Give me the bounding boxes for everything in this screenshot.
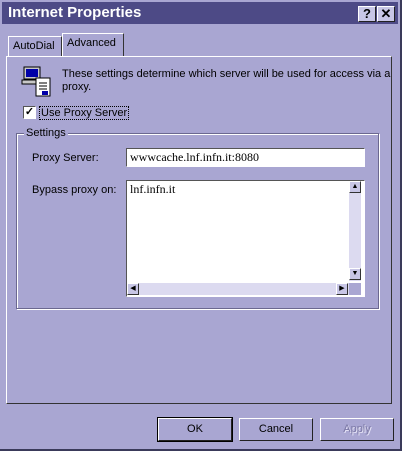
vertical-scrollbar[interactable] (349, 181, 361, 281)
proxy-description: These settings determine which server wi… (62, 68, 391, 93)
scroll-up-icon[interactable]: ▲ (349, 181, 361, 193)
horizontal-scrollbar[interactable] (127, 283, 349, 295)
scroll-right-icon[interactable]: ▶ (336, 283, 348, 295)
proxy-server-label: Proxy Server: (32, 152, 99, 164)
bypass-proxy-label: Bypass proxy on: (32, 184, 117, 196)
tab-advanced[interactable]: Advanced (62, 33, 124, 56)
use-proxy-checkbox[interactable]: ✓ (23, 106, 36, 119)
tab-autodial[interactable]: AutoDial (8, 36, 62, 56)
proxy-computer-icon (20, 64, 54, 98)
proxy-server-field[interactable]: wwwcache.lnf.infn.it:8080 (126, 148, 365, 167)
scroll-left-icon[interactable]: ◀ (127, 283, 139, 295)
settings-group-label: Settings (24, 127, 68, 139)
cancel-button[interactable]: Cancel (239, 418, 313, 441)
apply-button[interactable]: Apply (320, 418, 394, 441)
scrollbar-corner (349, 283, 361, 295)
title-bar[interactable]: Internet Properties ? ✕ (2, 2, 398, 24)
window-title: Internet Properties (8, 4, 142, 21)
bypass-proxy-value: lnf.infn.it (130, 182, 176, 196)
close-button[interactable]: ✕ (377, 6, 395, 22)
bypass-proxy-field[interactable]: lnf.infn.it (126, 180, 365, 297)
internet-properties-window: Internet Properties ? ✕ AutoDial Advance… (0, 0, 402, 451)
ok-button[interactable]: OK (157, 417, 233, 442)
scroll-down-icon[interactable]: ▼ (349, 268, 361, 280)
help-button[interactable]: ? (358, 6, 376, 22)
use-proxy-label[interactable]: Use Proxy Server (39, 106, 130, 120)
